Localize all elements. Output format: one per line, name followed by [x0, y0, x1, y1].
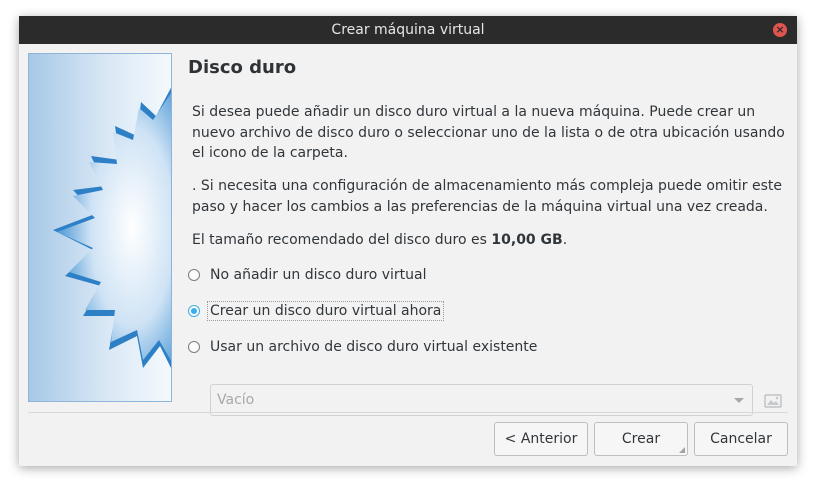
select-value: Vacío: [217, 392, 255, 408]
create-button-label: Crear: [621, 431, 661, 447]
dialog-window: Crear máquina virtual × Disco duro Si de…: [19, 16, 797, 466]
back-button[interactable]: < Anterior: [494, 422, 588, 456]
radio-label: Crear un disco duro virtual ahora: [207, 301, 445, 321]
cancel-button[interactable]: Cancelar: [694, 422, 788, 456]
button-separator: [28, 412, 788, 413]
chevron-down-icon: [734, 398, 744, 403]
create-button[interactable]: Crear: [594, 422, 688, 456]
description-paragraph: Si desea puede añadir un disco duro virt…: [192, 104, 785, 161]
radio-label: Usar un archivo de disco duro virtual ex…: [210, 339, 538, 355]
radio-existing-disk[interactable]: Usar un archivo de disco duro virtual ex…: [188, 336, 537, 358]
radio-create-disk[interactable]: Crear un disco duro virtual ahora: [188, 300, 445, 322]
advanced-note-paragraph: . Si necesita una configuración de almac…: [192, 178, 783, 215]
radio-button-checked[interactable]: [188, 305, 200, 317]
wizard-side-image: [28, 53, 172, 402]
window-title: Crear máquina virtual: [331, 22, 485, 38]
title-bar[interactable]: Crear máquina virtual ×: [19, 16, 797, 44]
resize-grip-icon: [679, 447, 685, 453]
radio-button[interactable]: [188, 341, 200, 353]
radio-label: No añadir un disco duro virtual: [210, 267, 427, 283]
radio-no-disk[interactable]: No añadir un disco duro virtual: [188, 264, 426, 286]
recommended-size-value: 10,00 GB: [491, 232, 563, 248]
recommended-size-suffix: .: [562, 232, 568, 248]
choose-disk-folder-icon[interactable]: [764, 392, 782, 408]
starburst-icon: [53, 87, 171, 368]
recommended-size-prefix: El tamaño recomendado del disco duro es: [192, 232, 492, 248]
recommended-size-text: El tamaño recomendado del disco duro es …: [192, 230, 788, 251]
close-icon[interactable]: ×: [773, 23, 787, 37]
radio-button[interactable]: [188, 269, 200, 281]
page-title: Disco duro: [188, 57, 297, 78]
